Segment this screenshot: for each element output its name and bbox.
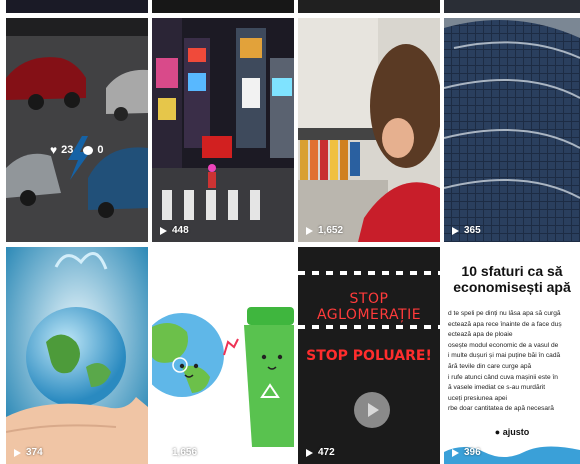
grid-tile-top-2[interactable] [152,0,294,13]
grid-tile-top-1[interactable] [6,0,148,13]
tip-item: d te speli pe dinți nu lăsa apa să curgă [448,310,561,317]
electric-cars-image [6,18,148,242]
grid-tile-electric-cars[interactable]: ♥ 23 0 [6,18,148,242]
grid-tile-earth-water[interactable]: 374 [6,247,148,464]
view-count: 365 [452,225,481,236]
view-count-value: 448 [172,225,189,236]
earth-water-image [6,247,148,464]
view-count: 448 [160,225,189,236]
comments-count: 0 [97,144,104,156]
heart-icon: ♥ [50,143,58,157]
tip-item: ectează apa de ploaie [448,331,513,339]
grid-tile-stop-poster[interactable]: STOP AGLOMERAȚIE STOP POLUARE! 472 [298,247,440,464]
grid-tile-earth-bin[interactable]: 1,656 [152,247,294,464]
brand-label: ● ajusto [444,427,580,437]
view-count: 396 [452,447,481,458]
play-icon [14,448,21,457]
media-grid: ♥ 23 0 448 1,652 365 374 1,656 STOP AGLO… [0,0,580,464]
tips-list: d te speli pe dinți nu lăsa apa să curgă… [448,309,580,415]
grid-tile-top-4[interactable] [444,0,580,13]
tip-item: ă vasele imediat ce s-au murdărit [448,384,546,392]
tip-item: i rufe atunci când cuva mașinii este în [448,373,558,381]
brand-logo-icon: ● [494,427,501,437]
play-icon [306,226,313,235]
tip-item: osește modul economic de a vasul de [448,341,559,349]
play-icon [160,226,167,235]
likes-stat: ♥ 23 [50,144,73,156]
brand-name: ajusto [502,427,530,437]
view-count: 1,652 [306,225,343,236]
poster-line-2: STOP POLUARE! [306,348,432,364]
tile-overlay-stats: ♥ 23 0 [50,144,104,156]
comments-stat: 0 [83,144,104,156]
grid-tile-woman-shop[interactable]: 1,652 [298,18,440,242]
view-count-value: 365 [464,225,481,236]
tip-item: rbe doar cantitatea de apă necesară [448,405,554,413]
solar-panels-image [444,18,580,242]
tip-item: ără tevile din care curge apă [448,362,532,370]
view-count: 1,656 [160,447,197,458]
play-icon [452,226,459,235]
play-icon [306,448,313,457]
tip-item: ectează apa rece înainte de a face duș [448,320,562,328]
view-count-value: 374 [26,447,43,458]
comment-icon [83,145,94,155]
woman-shop-image [298,18,440,242]
times-square-image [152,18,294,242]
divider-dashes [298,271,440,275]
play-button-icon[interactable] [354,392,390,428]
grid-tile-solar-panels[interactable]: 365 [444,18,580,242]
view-count-value: 472 [318,447,335,458]
tip-item: uceți presiunea apei [448,394,508,402]
grid-tile-water-tips[interactable]: 10 sfaturi ca să economisești apă d te s… [444,247,580,464]
divider-dashes [298,325,440,329]
poster-line-1: STOP AGLOMERAȚIE [316,291,422,323]
view-count: 374 [14,447,43,458]
view-count-value: 1,656 [172,447,198,458]
play-icon [160,448,167,457]
view-count-value: 1,652 [318,225,344,236]
grid-tile-top-3[interactable] [298,0,440,13]
view-count-value: 396 [464,447,481,458]
tips-title: 10 sfaturi ca să economisești apă [453,263,571,295]
earth-bin-image [152,247,294,464]
tip-item: i multe dușuri și mai puține băi în cadă [448,352,561,360]
view-count: 472 [306,447,335,458]
grid-tile-times-square[interactable]: 448 [152,18,294,242]
likes-count: 23 [61,144,74,156]
play-icon [452,448,459,457]
